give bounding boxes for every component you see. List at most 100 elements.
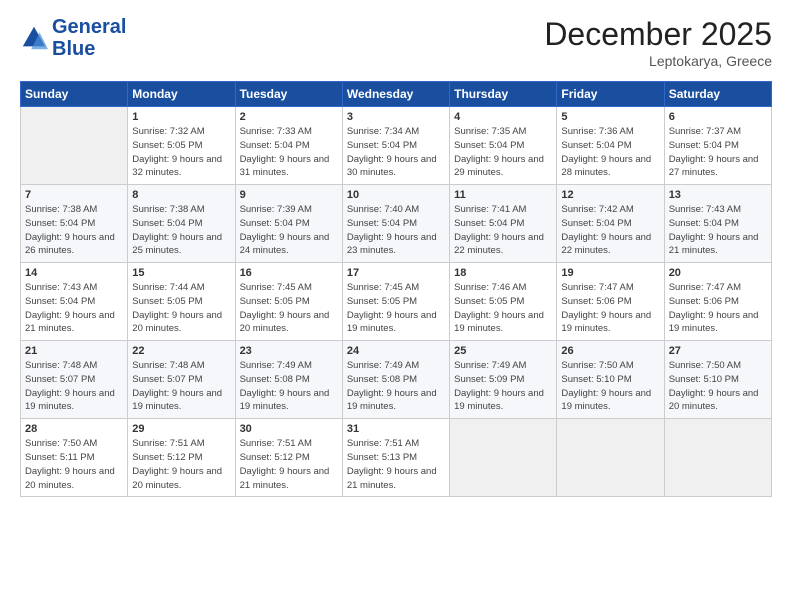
calendar-cell: 13 Sunrise: 7:43 AMSunset: 5:04 PMDayligh… [664, 185, 771, 263]
calendar-cell: 19 Sunrise: 7:47 AMSunset: 5:06 PMDayligh… [557, 263, 664, 341]
day-info: Sunrise: 7:50 AMSunset: 5:10 PMDaylight:… [669, 359, 767, 414]
day-number: 15 [132, 267, 230, 279]
day-number: 25 [454, 345, 552, 357]
day-number: 24 [347, 345, 445, 357]
week-row-3: 21 Sunrise: 7:48 AMSunset: 5:07 PMDayligh… [21, 341, 772, 419]
day-info: Sunrise: 7:43 AMSunset: 5:04 PMDaylight:… [25, 281, 123, 336]
calendar-cell: 23 Sunrise: 7:49 AMSunset: 5:08 PMDayligh… [235, 341, 342, 419]
day-number: 26 [561, 345, 659, 357]
calendar-cell: 21 Sunrise: 7:48 AMSunset: 5:07 PMDayligh… [21, 341, 128, 419]
day-number: 31 [347, 423, 445, 435]
calendar-cell: 18Sunrise: 7:46 AMSunset: 5:05 PMDayligh… [450, 263, 557, 341]
day-info: Sunrise: 7:32 AMSunset: 5:05 PMDaylight:… [132, 125, 230, 180]
day-info: Sunrise: 7:45 AMSunset: 5:05 PMDaylight:… [240, 281, 338, 336]
col-header-tuesday: Tuesday [235, 82, 342, 107]
day-info: Sunrise: 7:38 AMSunset: 5:04 PMDaylight:… [132, 203, 230, 258]
col-header-monday: Monday [128, 82, 235, 107]
day-number: 8 [132, 189, 230, 201]
calendar-cell: 16 Sunrise: 7:45 AMSunset: 5:05 PMDayligh… [235, 263, 342, 341]
calendar-cell: 14Sunrise: 7:43 AMSunset: 5:04 PMDayligh… [21, 263, 128, 341]
day-number: 1 [132, 111, 230, 123]
calendar-cell: 10 Sunrise: 7:40 AMSunset: 5:04 PMDayligh… [342, 185, 449, 263]
day-info: Sunrise: 7:39 AMSunset: 5:04 PMDaylight:… [240, 203, 338, 258]
day-number: 17 [347, 267, 445, 279]
col-header-wednesday: Wednesday [342, 82, 449, 107]
day-number: 2 [240, 111, 338, 123]
calendar-cell: 28 Sunrise: 7:50 AMSunset: 5:11 PMDayligh… [21, 419, 128, 497]
day-number: 10 [347, 189, 445, 201]
day-number: 11 [454, 189, 552, 201]
calendar-cell: 5 Sunrise: 7:36 AMSunset: 5:04 PMDaylight… [557, 107, 664, 185]
calendar-cell: 24Sunrise: 7:49 AMSunset: 5:08 PMDayligh… [342, 341, 449, 419]
week-row-1: 7 Sunrise: 7:38 AMSunset: 5:04 PMDaylight… [21, 185, 772, 263]
day-info: Sunrise: 7:36 AMSunset: 5:04 PMDaylight:… [561, 125, 659, 180]
calendar-cell: 6 Sunrise: 7:37 AMSunset: 5:04 PMDaylight… [664, 107, 771, 185]
logo-text: General Blue [52, 16, 126, 60]
day-number: 20 [669, 267, 767, 279]
day-number: 29 [132, 423, 230, 435]
day-number: 9 [240, 189, 338, 201]
day-info: Sunrise: 7:33 AMSunset: 5:04 PMDaylight:… [240, 125, 338, 180]
day-number: 16 [240, 267, 338, 279]
day-info: Sunrise: 7:49 AMSunset: 5:09 PMDaylight:… [454, 359, 552, 414]
day-number: 30 [240, 423, 338, 435]
calendar-cell: 30 Sunrise: 7:51 AMSunset: 5:12 PMDayligh… [235, 419, 342, 497]
day-info: Sunrise: 7:45 AMSunset: 5:05 PMDaylight:… [347, 281, 445, 336]
day-number: 18 [454, 267, 552, 279]
day-number: 13 [669, 189, 767, 201]
calendar-cell: 12 Sunrise: 7:42 AMSunset: 5:04 PMDayligh… [557, 185, 664, 263]
day-info: Sunrise: 7:42 AMSunset: 5:04 PMDaylight:… [561, 203, 659, 258]
day-number: 4 [454, 111, 552, 123]
week-row-4: 28 Sunrise: 7:50 AMSunset: 5:11 PMDayligh… [21, 419, 772, 497]
calendar-cell: 17 Sunrise: 7:45 AMSunset: 5:05 PMDayligh… [342, 263, 449, 341]
day-info: Sunrise: 7:51 AMSunset: 5:13 PMDaylight:… [347, 437, 445, 492]
day-number: 23 [240, 345, 338, 357]
day-number: 6 [669, 111, 767, 123]
day-info: Sunrise: 7:40 AMSunset: 5:04 PMDaylight:… [347, 203, 445, 258]
day-info: Sunrise: 7:47 AMSunset: 5:06 PMDaylight:… [561, 281, 659, 336]
col-header-thursday: Thursday [450, 82, 557, 107]
week-row-0: 1 Sunrise: 7:32 AMSunset: 5:05 PMDaylight… [21, 107, 772, 185]
calendar-cell: 8 Sunrise: 7:38 AMSunset: 5:04 PMDaylight… [128, 185, 235, 263]
day-number: 3 [347, 111, 445, 123]
logo: General Blue [20, 16, 126, 60]
day-info: Sunrise: 7:50 AMSunset: 5:11 PMDaylight:… [25, 437, 123, 492]
day-info: Sunrise: 7:43 AMSunset: 5:04 PMDaylight:… [669, 203, 767, 258]
day-number: 28 [25, 423, 123, 435]
calendar-cell [664, 419, 771, 497]
calendar-cell: 9 Sunrise: 7:39 AMSunset: 5:04 PMDaylight… [235, 185, 342, 263]
day-info: Sunrise: 7:51 AMSunset: 5:12 PMDaylight:… [240, 437, 338, 492]
calendar-cell: 22Sunrise: 7:48 AMSunset: 5:07 PMDayligh… [128, 341, 235, 419]
page-container: General Blue December 2025 Leptokarya, G… [0, 0, 792, 507]
day-number: 27 [669, 345, 767, 357]
day-number: 19 [561, 267, 659, 279]
header: General Blue December 2025 Leptokarya, G… [20, 16, 772, 69]
calendar-cell: 27 Sunrise: 7:50 AMSunset: 5:10 PMDayligh… [664, 341, 771, 419]
calendar-table: SundayMondayTuesdayWednesdayThursdayFrid… [20, 81, 772, 497]
calendar-cell: 2 Sunrise: 7:33 AMSunset: 5:04 PMDaylight… [235, 107, 342, 185]
day-info: Sunrise: 7:35 AMSunset: 5:04 PMDaylight:… [454, 125, 552, 180]
col-header-saturday: Saturday [664, 82, 771, 107]
day-info: Sunrise: 7:51 AMSunset: 5:12 PMDaylight:… [132, 437, 230, 492]
day-info: Sunrise: 7:50 AMSunset: 5:10 PMDaylight:… [561, 359, 659, 414]
day-number: 22 [132, 345, 230, 357]
col-header-friday: Friday [557, 82, 664, 107]
title-area: December 2025 Leptokarya, Greece [544, 16, 772, 69]
calendar-cell: 1 Sunrise: 7:32 AMSunset: 5:05 PMDaylight… [128, 107, 235, 185]
day-info: Sunrise: 7:48 AMSunset: 5:07 PMDaylight:… [25, 359, 123, 414]
day-number: 5 [561, 111, 659, 123]
day-info: Sunrise: 7:41 AMSunset: 5:04 PMDaylight:… [454, 203, 552, 258]
calendar-cell: 26 Sunrise: 7:50 AMSunset: 5:10 PMDayligh… [557, 341, 664, 419]
day-info: Sunrise: 7:49 AMSunset: 5:08 PMDaylight:… [240, 359, 338, 414]
day-info: Sunrise: 7:44 AMSunset: 5:05 PMDaylight:… [132, 281, 230, 336]
calendar-cell: 29 Sunrise: 7:51 AMSunset: 5:12 PMDayligh… [128, 419, 235, 497]
logo-icon [20, 24, 48, 52]
day-number: 12 [561, 189, 659, 201]
day-number: 21 [25, 345, 123, 357]
calendar-cell: 11 Sunrise: 7:41 AMSunset: 5:04 PMDayligh… [450, 185, 557, 263]
day-info: Sunrise: 7:38 AMSunset: 5:04 PMDaylight:… [25, 203, 123, 258]
day-info: Sunrise: 7:37 AMSunset: 5:04 PMDaylight:… [669, 125, 767, 180]
calendar-cell: 20Sunrise: 7:47 AMSunset: 5:06 PMDayligh… [664, 263, 771, 341]
day-number: 7 [25, 189, 123, 201]
calendar-cell: 31 Sunrise: 7:51 AMSunset: 5:13 PMDayligh… [342, 419, 449, 497]
